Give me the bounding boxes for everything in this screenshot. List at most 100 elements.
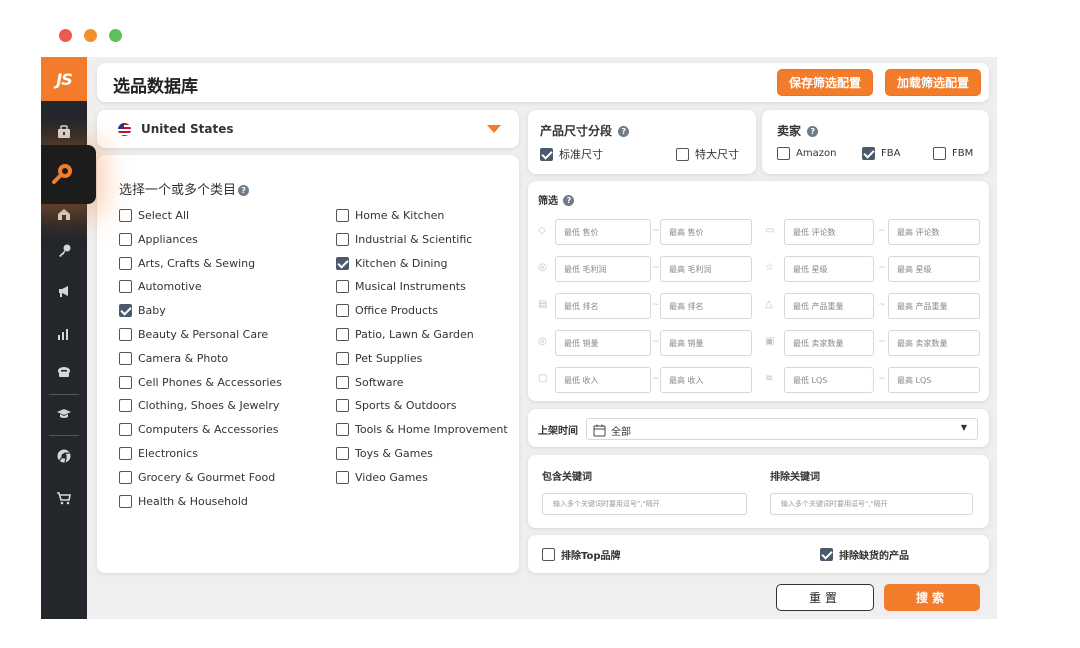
- help-icon[interactable]: ?: [238, 185, 250, 196]
- search-nav-button[interactable]: [41, 145, 96, 204]
- help-icon[interactable]: ?: [807, 126, 819, 137]
- checkbox[interactable]: [542, 548, 555, 561]
- category-checkbox[interactable]: Grocery & Gourmet Food: [119, 470, 275, 484]
- filter-max-input[interactable]: 最高 排名: [660, 293, 752, 319]
- category-checkbox[interactable]: Patio, Lawn & Garden: [336, 328, 474, 341]
- maximize-window-button[interactable]: [109, 29, 122, 42]
- filter-min-input[interactable]: 最低 售价: [555, 219, 651, 245]
- checkbox[interactable]: [676, 147, 689, 161]
- reset-button[interactable]: 重置: [776, 584, 874, 611]
- checkbox[interactable]: [119, 447, 132, 460]
- help-icon[interactable]: ?: [563, 195, 575, 206]
- minimize-window-button[interactable]: [84, 29, 97, 42]
- checkbox[interactable]: [336, 399, 349, 413]
- size-oversize-checkbox[interactable]: 特大尺寸: [676, 146, 739, 162]
- checkbox[interactable]: [119, 232, 132, 246]
- category-checkbox[interactable]: Musical Instruments: [336, 280, 466, 294]
- category-checkbox[interactable]: Pet Supplies: [336, 351, 422, 365]
- category-checkbox[interactable]: Toys & Games: [336, 447, 433, 460]
- category-checkbox[interactable]: Software: [336, 375, 404, 389]
- checkbox[interactable]: [336, 209, 349, 222]
- filter-min-input[interactable]: 最低 LQS: [784, 367, 874, 393]
- megaphone-icon[interactable]: [41, 276, 87, 306]
- filter-max-input[interactable]: 最高 收入: [660, 367, 752, 393]
- search-button[interactable]: 搜索: [884, 584, 980, 611]
- filter-max-input[interactable]: 最高 销量: [660, 330, 752, 356]
- exclude-out-of-stock-checkbox[interactable]: 排除缺货的产品: [820, 547, 909, 562]
- checkbox[interactable]: [336, 375, 349, 389]
- checkbox[interactable]: [119, 470, 132, 484]
- checkbox[interactable]: [119, 423, 132, 437]
- cart-icon[interactable]: [41, 483, 87, 513]
- filter-max-input[interactable]: 最高 LQS: [888, 367, 980, 393]
- close-window-button[interactable]: [59, 29, 72, 42]
- filter-min-input[interactable]: 最低 销量: [555, 330, 651, 356]
- filter-max-input[interactable]: 最高 星级: [888, 256, 980, 282]
- chrome-icon[interactable]: [41, 441, 87, 471]
- country-select[interactable]: United States: [97, 110, 519, 148]
- checkbox[interactable]: [119, 399, 132, 413]
- checkbox[interactable]: [119, 375, 132, 389]
- save-filter-config-button[interactable]: 保存筛选配置: [777, 69, 873, 96]
- checkbox[interactable]: [119, 494, 132, 508]
- checkbox[interactable]: [336, 304, 349, 318]
- category-checkbox[interactable]: Appliances: [119, 232, 198, 246]
- load-filter-config-button[interactable]: 加载筛选配置: [885, 69, 981, 96]
- filter-min-input[interactable]: 最低 收入: [555, 367, 651, 393]
- category-checkbox[interactable]: Industrial & Scientific: [336, 232, 472, 246]
- category-checkbox[interactable]: Video Games: [336, 470, 428, 484]
- category-checkbox[interactable]: Select All: [119, 209, 189, 222]
- checkbox[interactable]: [336, 280, 349, 294]
- checkbox[interactable]: [336, 447, 349, 460]
- key-icon[interactable]: [41, 236, 87, 266]
- category-checkbox[interactable]: Office Products: [336, 304, 438, 318]
- checkbox[interactable]: [119, 209, 132, 222]
- date-select[interactable]: 全部 ▼: [586, 418, 978, 440]
- exclude-keywords-input[interactable]: 输入多个关键词时要用逗号","隔开: [770, 493, 973, 515]
- checkbox[interactable]: [336, 232, 349, 246]
- filter-min-input[interactable]: 最低 毛利润: [555, 256, 651, 282]
- checkbox[interactable]: [119, 328, 132, 341]
- filter-min-input[interactable]: 最低 星级: [784, 256, 874, 282]
- category-checkbox[interactable]: Clothing, Shoes & Jewelry: [119, 399, 279, 413]
- category-checkbox[interactable]: Kitchen & Dining: [336, 256, 447, 270]
- category-checkbox[interactable]: Electronics: [119, 447, 198, 460]
- checkbox-checked[interactable]: [119, 304, 132, 318]
- briefcase-icon[interactable]: [41, 117, 87, 147]
- size-standard-checkbox[interactable]: 标准尺寸: [540, 146, 603, 162]
- include-keywords-input[interactable]: 输入多个关键词时要用逗号","隔开: [542, 493, 747, 515]
- filter-max-input[interactable]: 最高 售价: [660, 219, 752, 245]
- help-icon[interactable]: ?: [618, 126, 630, 137]
- filter-max-input[interactable]: 最高 产品重量: [888, 293, 980, 319]
- category-checkbox[interactable]: Tools & Home Improvement: [336, 423, 508, 437]
- category-checkbox[interactable]: Beauty & Personal Care: [119, 328, 268, 341]
- checkbox-checked[interactable]: [862, 147, 875, 160]
- category-checkbox[interactable]: Sports & Outdoors: [336, 399, 456, 413]
- checkbox[interactable]: [119, 351, 132, 365]
- checkbox[interactable]: [336, 423, 349, 437]
- category-checkbox[interactable]: Health & Household: [119, 494, 248, 508]
- category-checkbox[interactable]: Computers & Accessories: [119, 423, 278, 437]
- checkbox[interactable]: [336, 328, 349, 341]
- category-checkbox[interactable]: Camera & Photo: [119, 351, 228, 365]
- bar-chart-icon[interactable]: [41, 319, 87, 349]
- filter-max-input[interactable]: 最高 评论数: [888, 219, 980, 245]
- checkbox-checked[interactable]: [336, 256, 349, 270]
- exclude-top-brand-checkbox[interactable]: 排除Top品牌: [542, 547, 621, 562]
- logo[interactable]: JS: [41, 57, 87, 101]
- filter-min-input[interactable]: 最低 排名: [555, 293, 651, 319]
- filter-max-input[interactable]: 最高 毛利润: [660, 256, 752, 282]
- checkbox[interactable]: [933, 147, 946, 160]
- seller-fba-checkbox[interactable]: FBA: [862, 147, 900, 160]
- category-checkbox[interactable]: Automotive: [119, 280, 202, 294]
- checkbox[interactable]: [119, 256, 132, 270]
- hat-icon[interactable]: [41, 357, 87, 387]
- checkbox[interactable]: [777, 147, 790, 160]
- seller-amazon-checkbox[interactable]: Amazon: [777, 147, 836, 160]
- filter-min-input[interactable]: 最低 卖家数量: [784, 330, 874, 356]
- seller-fbm-checkbox[interactable]: FBM: [933, 147, 973, 160]
- category-checkbox[interactable]: Cell Phones & Accessories: [119, 375, 282, 389]
- category-checkbox[interactable]: Arts, Crafts & Sewing: [119, 256, 255, 270]
- filter-min-input[interactable]: 最低 产品重量: [784, 293, 874, 319]
- filter-max-input[interactable]: 最高 卖家数量: [888, 330, 980, 356]
